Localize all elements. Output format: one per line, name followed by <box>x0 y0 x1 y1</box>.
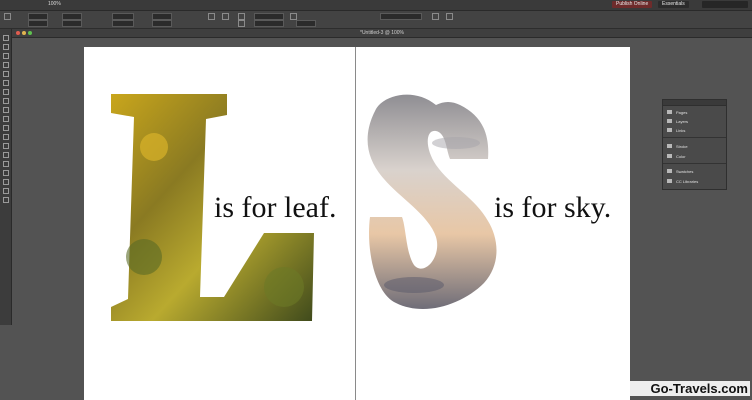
y-position-field[interactable] <box>28 20 48 27</box>
x-position-field[interactable] <box>28 13 48 20</box>
rectangle-frame-tool-icon[interactable] <box>3 107 9 113</box>
width-field[interactable] <box>62 13 82 20</box>
panels-dock-header[interactable] <box>663 100 726 106</box>
panel-label: CC Libraries <box>676 179 699 184</box>
gap-tool-icon[interactable] <box>3 62 9 68</box>
panel-tab-pages[interactable]: Pages <box>663 108 726 117</box>
stroke-swatch-icon[interactable] <box>238 20 245 27</box>
gradient-swatch-tool-icon[interactable] <box>3 143 9 149</box>
pen-tool-icon[interactable] <box>3 89 9 95</box>
panel-tab-color[interactable]: Color <box>663 152 726 161</box>
align-icon[interactable] <box>446 13 453 20</box>
fill-stroke-icon[interactable] <box>3 188 9 194</box>
scale-x-field[interactable] <box>112 13 134 20</box>
stroke-icon <box>667 144 672 148</box>
layers-icon <box>667 119 672 123</box>
scale-y-field[interactable] <box>112 20 134 27</box>
pages-icon <box>667 110 672 114</box>
document-title: *Untitled-3 @ 100% <box>360 30 404 36</box>
note-tool-icon[interactable] <box>3 152 9 158</box>
control-panel <box>0 11 752 29</box>
height-field[interactable] <box>62 20 82 27</box>
document-spread: is for leaf. is for sky. <box>84 47 630 400</box>
panel-label: Layers <box>676 119 689 124</box>
selection-tool-icon[interactable] <box>3 35 9 41</box>
swatches-icon <box>667 169 672 173</box>
pencil-tool-icon[interactable] <box>3 98 9 104</box>
rectangle-tool-icon[interactable] <box>3 116 9 122</box>
type-tool-icon[interactable] <box>3 71 9 77</box>
zoom-tool-icon[interactable] <box>3 179 9 185</box>
free-transform-tool-icon[interactable] <box>3 134 9 140</box>
direct-selection-tool-icon[interactable] <box>3 44 9 50</box>
search-field[interactable] <box>702 1 748 8</box>
reference-point-icon[interactable] <box>4 13 11 20</box>
flip-horizontal-icon[interactable] <box>208 13 215 20</box>
panel-label: Color <box>676 154 686 159</box>
opacity-field[interactable] <box>296 20 316 27</box>
effects-icon[interactable] <box>290 13 297 20</box>
panel-tab-links[interactable]: Links <box>663 126 726 135</box>
panel-label: Stroke <box>676 144 688 149</box>
workspace-publish-online-button[interactable]: Publish Online <box>612 1 653 8</box>
panel-tab-stroke[interactable]: Stroke <box>663 142 726 151</box>
select-container-icon[interactable] <box>222 13 229 20</box>
panel-tab-cc-libraries[interactable]: CC Libraries <box>663 177 726 186</box>
text-wrap-icon[interactable] <box>432 13 439 20</box>
zoom-level[interactable]: 100% <box>48 1 61 7</box>
panel-label: Swatches <box>676 169 694 174</box>
hand-tool-icon[interactable] <box>3 170 9 176</box>
scissors-tool-icon[interactable] <box>3 125 9 131</box>
panel-separator <box>663 137 726 138</box>
document-title-bar: *Untitled-3 @ 100% <box>12 29 752 38</box>
stroke-type-field[interactable] <box>254 20 284 27</box>
line-tool-icon[interactable] <box>3 80 9 86</box>
object-style-field[interactable] <box>380 13 422 20</box>
shear-field[interactable] <box>152 20 172 27</box>
panel-tab-layers[interactable]: Layers <box>663 117 726 126</box>
fill-swatch-icon[interactable] <box>238 13 245 20</box>
application-bar: 100% Publish Online Essentials <box>0 0 752 11</box>
page-tool-icon[interactable] <box>3 53 9 59</box>
panel-label: Links <box>676 128 686 133</box>
letter-s-image-frame[interactable] <box>367 94 497 310</box>
links-icon <box>667 128 672 132</box>
stroke-weight-field[interactable] <box>254 13 284 20</box>
panel-label: Pages <box>676 110 688 115</box>
screen-mode-icon[interactable] <box>3 197 9 203</box>
panel-tab-swatches[interactable]: Swatches <box>663 167 726 176</box>
workspace-essentials-button[interactable]: Essentials <box>658 1 689 8</box>
cc-libraries-icon <box>667 179 672 183</box>
rotate-field[interactable] <box>152 13 172 20</box>
panel-separator <box>663 163 726 164</box>
sky-caption[interactable]: is for sky. <box>494 193 611 223</box>
panels-dock: Pages Layers Links Stroke Color Swatches… <box>662 99 727 190</box>
page-spine <box>355 47 356 400</box>
leaf-caption[interactable]: is for leaf. <box>214 193 336 223</box>
eyedropper-tool-icon[interactable] <box>3 161 9 167</box>
color-icon <box>667 154 672 158</box>
site-watermark: Go-Travels.com <box>624 381 750 396</box>
tools-panel <box>0 29 12 325</box>
